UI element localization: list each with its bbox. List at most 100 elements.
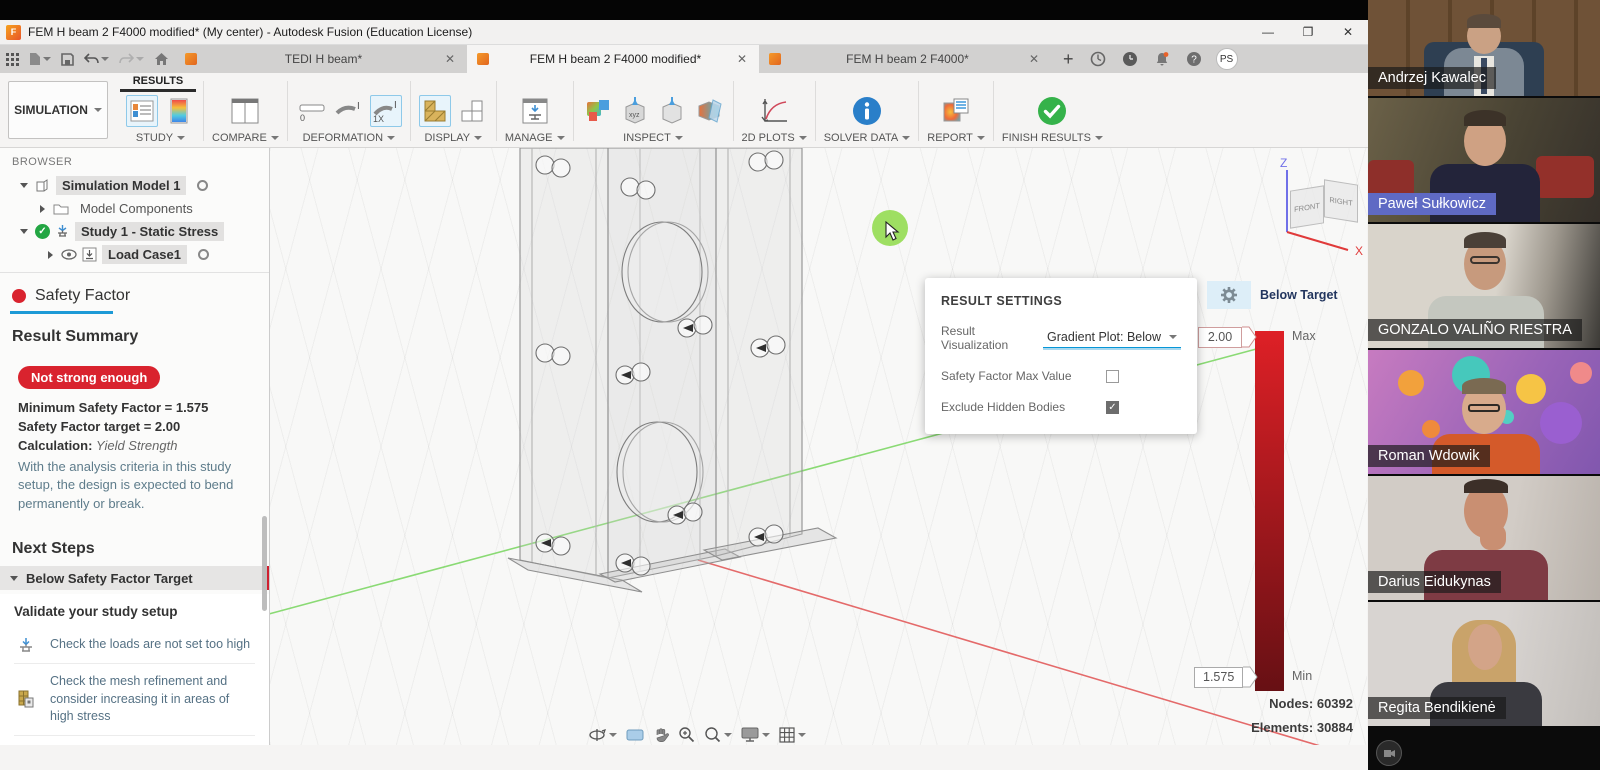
tree-label: Simulation Model 1: [56, 176, 186, 195]
model-viewport[interactable]: Z FRONT RIGHT X RESULT SETTINGS: [270, 148, 1367, 745]
group-compare: COMPARE: [204, 73, 287, 144]
app-grid-icon[interactable]: [6, 53, 19, 66]
notification-bell-icon[interactable]: [1154, 51, 1170, 67]
visibility-eye-icon[interactable]: [61, 249, 77, 260]
viewcube-front-face[interactable]: FRONT: [1290, 185, 1324, 228]
tab-fem-h-beam[interactable]: FEM H beam 2 F4000* ✕: [759, 45, 1051, 73]
study-legend-icon[interactable]: [163, 95, 195, 127]
group-label[interactable]: SOLVER DATA: [824, 132, 899, 144]
minimize-button[interactable]: —: [1248, 20, 1288, 44]
finish-results-icon[interactable]: [1036, 95, 1068, 127]
participant-tile[interactable]: Roman Wdowik: [1368, 350, 1600, 474]
ribbon-tab-results[interactable]: RESULTS: [120, 75, 196, 92]
inspect-results-icon[interactable]: [582, 95, 614, 127]
plots-icon[interactable]: [758, 95, 790, 127]
pan-icon[interactable]: [653, 727, 669, 743]
participant-tile[interactable]: Paweł Sułkowicz: [1368, 98, 1600, 222]
tab-fem-h-beam-modified[interactable]: FEM H beam 2 F4000 modified* ✕: [467, 45, 759, 73]
fit-icon[interactable]: [704, 726, 732, 743]
deformation-scaled-icon[interactable]: I1X: [370, 95, 402, 127]
help-icon[interactable]: ?: [1186, 51, 1202, 67]
inspect-point-xyz-icon[interactable]: xyz: [619, 95, 651, 127]
group-label[interactable]: INSPECT: [623, 132, 671, 144]
participant-tile[interactable]: Regita Bendikienė: [1368, 602, 1600, 726]
undo-icon[interactable]: [84, 53, 109, 65]
legend-min-tag[interactable]: 1.575: [1194, 665, 1258, 689]
restore-button[interactable]: ❐: [1288, 20, 1328, 44]
redo-icon[interactable]: [119, 53, 144, 65]
virtual-background-balls: [1398, 370, 1424, 396]
solver-data-icon[interactable]: [851, 95, 883, 127]
quick-access-toolbar: [0, 45, 175, 73]
group-label[interactable]: REPORT: [927, 132, 973, 144]
group-label[interactable]: MANAGE: [505, 132, 553, 144]
legend-settings-button[interactable]: [1207, 281, 1251, 309]
grid-settings-icon[interactable]: [779, 727, 806, 743]
deformation-none-icon[interactable]: 0: [296, 95, 328, 127]
orbit-icon[interactable]: [588, 727, 617, 743]
user-avatar[interactable]: PS: [1216, 48, 1238, 70]
max-value-checkbox[interactable]: [1106, 370, 1119, 383]
tab-close-icon[interactable]: ✕: [735, 52, 749, 66]
inspect-probe-icon[interactable]: [656, 95, 688, 127]
step-check-mesh[interactable]: Check the mesh refinement and consider i…: [14, 664, 255, 736]
participant-tile[interactable]: Andrzej Kawalec: [1368, 0, 1600, 96]
report-icon[interactable]: [940, 95, 972, 127]
result-settings-dialog[interactable]: RESULT SETTINGS Result Visualization Gra…: [925, 278, 1197, 434]
deformation-actual-icon[interactable]: I: [333, 95, 365, 127]
look-at-icon[interactable]: [626, 728, 644, 742]
panel-scrollbar[interactable]: [262, 516, 267, 611]
tree-item-simulation-model[interactable]: Simulation Model 1: [0, 174, 269, 197]
legend-max-tag[interactable]: 2.00: [1198, 325, 1257, 349]
study-details-icon[interactable]: [126, 95, 158, 127]
display-settings-icon[interactable]: [741, 727, 770, 742]
tab-tedi-h-beam[interactable]: TEDI H beam* ✕: [175, 45, 467, 73]
new-tab-button[interactable]: +: [1051, 45, 1086, 73]
tab-close-icon[interactable]: ✕: [443, 52, 457, 66]
home-icon[interactable]: [154, 52, 169, 66]
display-mesh-icon[interactable]: [419, 95, 451, 127]
below-target-expander[interactable]: Below Safety Factor Target: [0, 566, 269, 590]
job-status-icon[interactable]: [1090, 51, 1106, 67]
clock-icon[interactable]: [1122, 51, 1138, 67]
h-beam-model[interactable]: [508, 148, 836, 592]
radio-icon[interactable]: [197, 180, 208, 191]
step-confirm-requirement[interactable]: Confirm your Safety Factor requirement: [14, 736, 255, 745]
workspace-switcher[interactable]: SIMULATION: [8, 81, 108, 139]
document-icon: [185, 53, 197, 65]
radio-icon[interactable]: [198, 249, 209, 260]
inspect-slice-icon[interactable]: [693, 95, 725, 127]
tag-arrow-icon: [1242, 325, 1257, 349]
analysis-warning: With the analysis criteria in this study…: [18, 458, 251, 515]
exclude-hidden-checkbox[interactable]: [1106, 401, 1119, 414]
legend-max-label: Max: [1292, 329, 1316, 343]
safety-factor-target: Safety Factor target = 2.00: [18, 418, 251, 437]
step-check-loads[interactable]: Check the loads are not set too high: [14, 627, 255, 664]
close-button[interactable]: ✕: [1328, 20, 1368, 44]
group-label[interactable]: DISPLAY: [424, 132, 470, 144]
manage-icon[interactable]: [519, 95, 551, 127]
tree-item-model-components[interactable]: Model Components: [0, 197, 269, 220]
display-blocks-icon[interactable]: [456, 95, 488, 127]
group-label[interactable]: STUDY: [136, 132, 173, 144]
tree-item-load-case1[interactable]: Load Case1: [0, 243, 269, 266]
view-cube[interactable]: Z FRONT RIGHT X: [1270, 156, 1365, 266]
zoom-icon[interactable]: [678, 726, 695, 743]
file-menu-icon[interactable]: [29, 52, 51, 66]
participant-tile[interactable]: GONZALO VALIÑO RIESTRA: [1368, 224, 1600, 348]
expander-chevron-icon: [10, 576, 18, 581]
participant-tile[interactable]: Darius Eidukynas: [1368, 476, 1600, 600]
legend-color-bar[interactable]: [1255, 331, 1284, 691]
group-label[interactable]: 2D PLOTS: [742, 132, 795, 144]
camera-control-icon[interactable]: [1376, 740, 1402, 766]
tab-close-icon[interactable]: ✕: [1027, 52, 1041, 66]
group-label[interactable]: COMPARE: [212, 132, 267, 144]
save-icon[interactable]: [61, 53, 74, 66]
browser-panel: BROWSER Simulation Model 1 Model Compone…: [0, 148, 270, 745]
compare-icon[interactable]: [229, 95, 261, 127]
viewcube-right-face[interactable]: RIGHT: [1324, 179, 1358, 222]
visualization-dropdown[interactable]: Gradient Plot: Below: [1043, 328, 1181, 348]
group-label[interactable]: DEFORMATION: [303, 132, 383, 144]
group-label[interactable]: FINISH RESULTS: [1002, 132, 1091, 144]
tree-item-study1[interactable]: ✓ Study 1 - Static Stress: [0, 220, 269, 243]
